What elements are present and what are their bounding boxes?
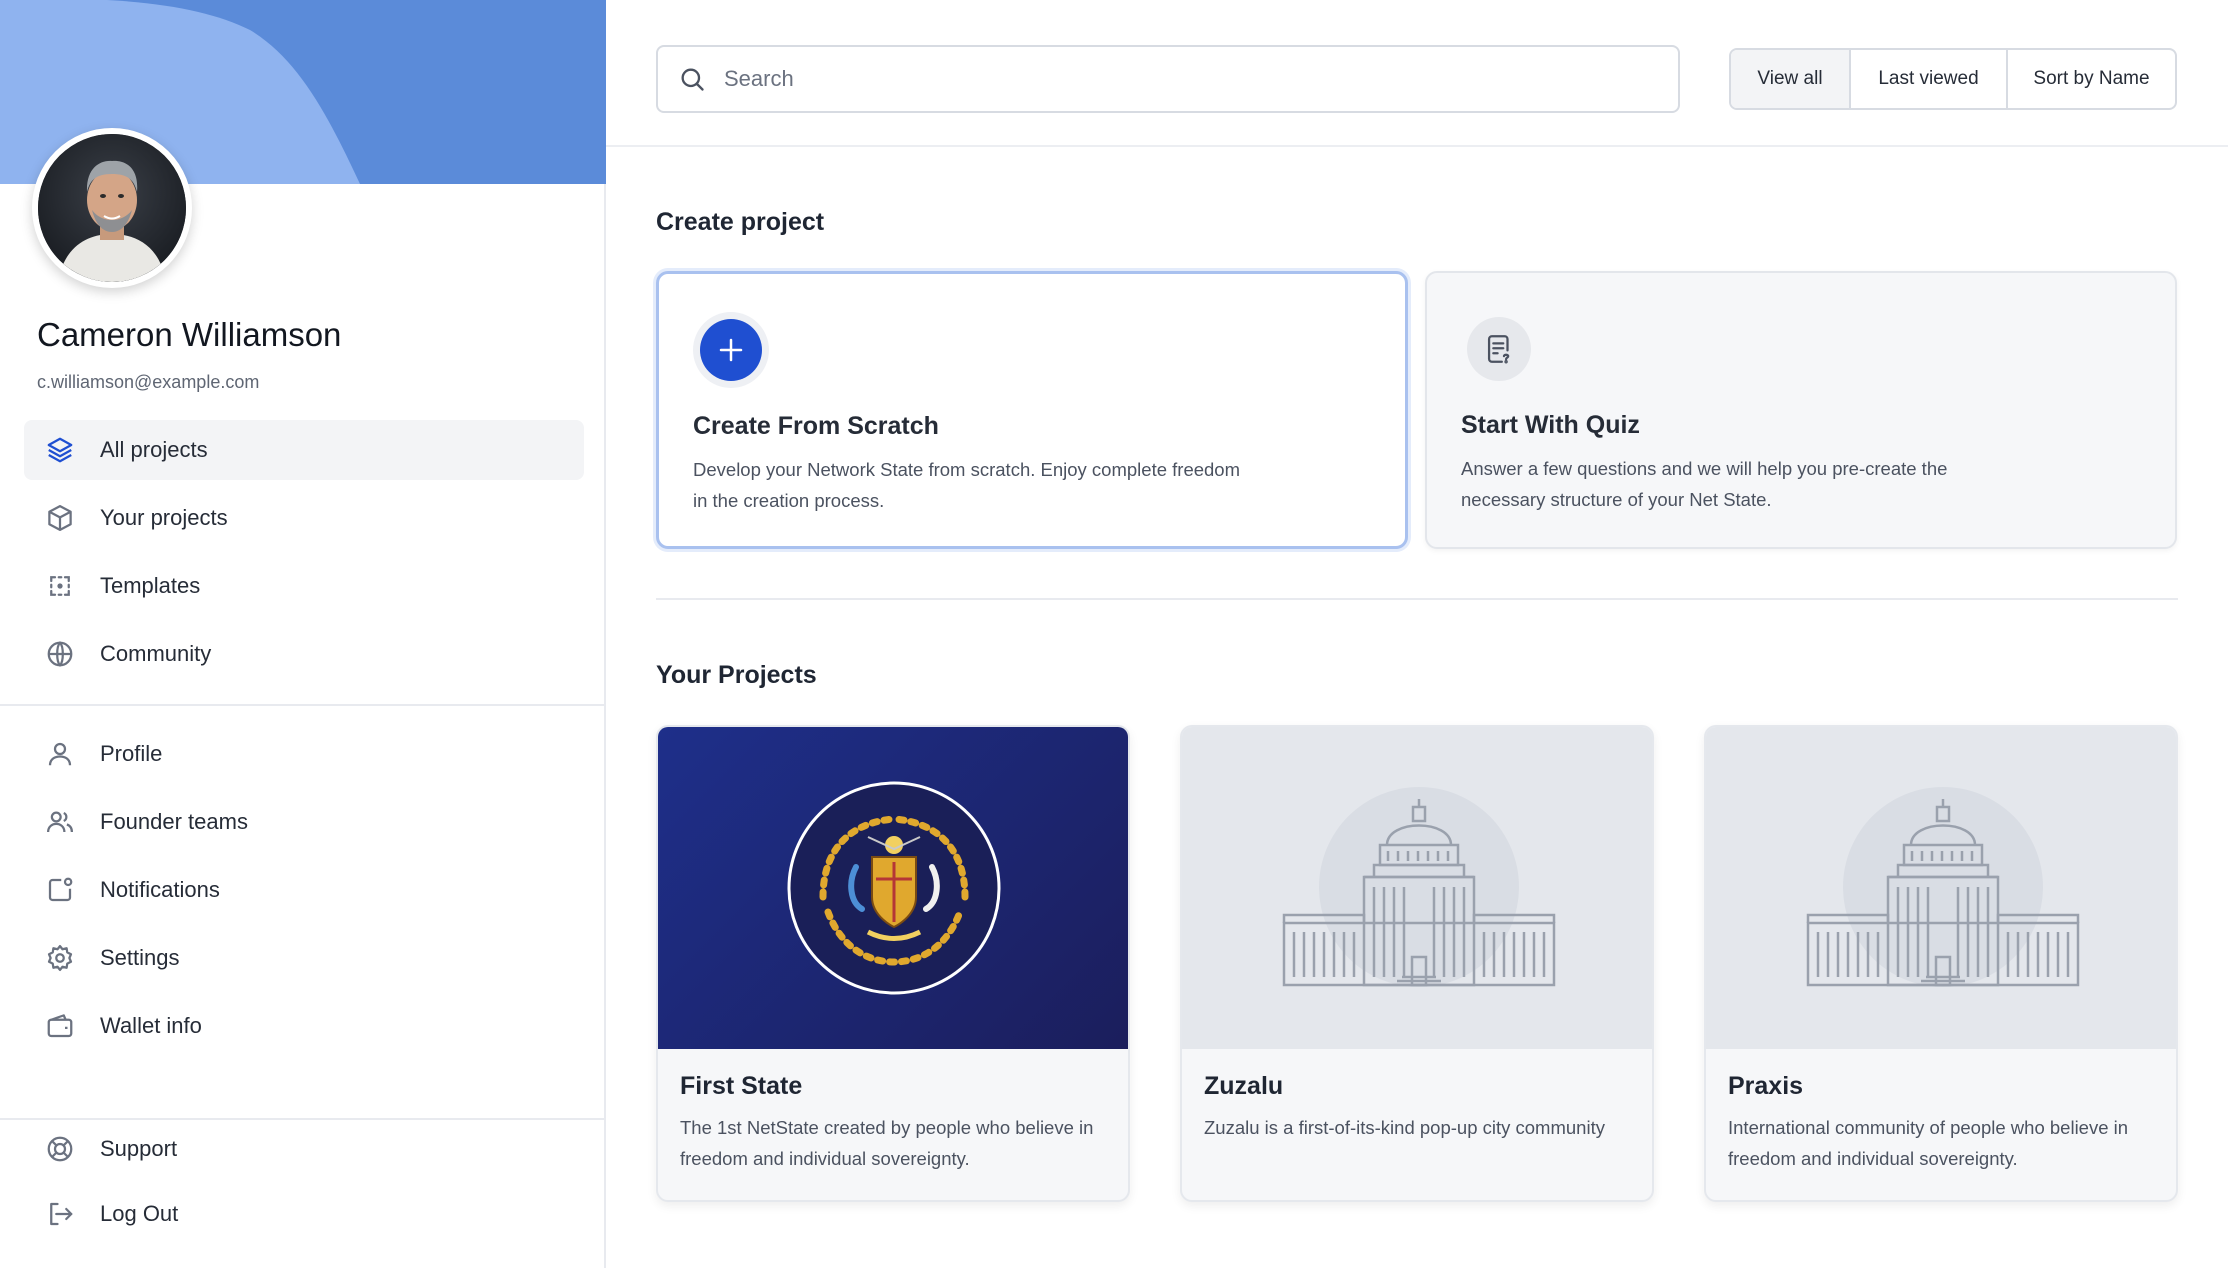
project-description: International community of people who be… [1728,1117,2129,1169]
project-description: The 1st NetState created by people who b… [680,1117,1094,1169]
gear-icon [44,942,76,974]
sidebar: Cameron Williamson c.williamson@example.… [0,0,606,1268]
project-image [658,727,1128,1049]
plus-icon [719,338,743,362]
search-box[interactable] [656,45,1680,113]
card-description: Develop your Network State from scratch.… [693,459,1241,511]
notification-icon [44,874,76,906]
wallet-icon [44,1010,76,1042]
layers-icon [44,434,76,466]
card-title: Create From Scratch [693,412,939,440]
start-with-quiz-card[interactable]: Start With Quiz Answer a few questions a… [1425,271,2177,549]
project-image [1706,727,2176,1049]
sidebar-item-label: Your projects [100,505,228,530]
secondary-nav: Profile Founder teams Notifications Sett… [24,724,584,1064]
sidebar-item-label: Community [100,641,212,666]
project-description: Zuzalu is a first-of-its-kind pop-up cit… [1204,1117,1605,1138]
user-email: c.williamson@example.com [37,372,260,392]
sidebar-item-support[interactable]: Support [24,1119,584,1179]
sidebar-item-all-projects[interactable]: All projects [24,420,584,480]
templates-icon [44,570,76,602]
card-title: Start With Quiz [1461,411,1640,439]
quiz-icon-wrap [1467,317,1531,381]
sidebar-item-label: Profile [100,741,163,766]
users-icon [44,806,76,838]
project-card-first-state[interactable]: First State The 1st NetState created by … [656,725,1130,1202]
card-description: Answer a few questions and we will help … [1461,458,1948,510]
sidebar-item-wallet-info[interactable]: Wallet info [24,996,584,1056]
main-content: View all Last viewed Sort by Name Create… [606,0,2228,1268]
primary-nav: All projects Your projects Templates Com… [24,420,584,692]
sidebar-item-templates[interactable]: Templates [24,556,584,616]
project-card-zuzalu[interactable]: Zuzalu Zuzalu is a first-of-its-kind pop… [1180,725,1654,1202]
sidebar-item-label: Support [100,1136,178,1161]
cube-icon [44,502,76,534]
sidebar-item-notifications[interactable]: Notifications [24,860,584,920]
sidebar-item-settings[interactable]: Settings [24,928,584,988]
sidebar-item-label: All projects [100,437,208,462]
view-all-button[interactable]: View all [1731,50,1849,108]
lifebuoy-icon [44,1133,76,1165]
last-viewed-button[interactable]: Last viewed [1849,50,2006,108]
search-input[interactable] [724,66,1624,92]
coat-of-arms-image [787,781,1001,995]
capitol-building-image [1806,787,2080,987]
globe-icon [44,638,76,670]
quiz-icon [1487,335,1510,364]
project-name: Praxis [1728,1072,1804,1100]
header-divider [606,145,2228,147]
capitol-building-image [1282,787,1556,987]
sidebar-item-logout[interactable]: Log Out [24,1184,584,1244]
user-icon [44,738,76,770]
user-name: Cameron Williamson [37,316,342,353]
sidebar-divider [0,704,606,706]
sidebar-item-label: Founder teams [100,809,248,834]
sidebar-item-community[interactable]: Community [24,624,584,684]
section-divider [656,598,2178,600]
footer-nav: Support Log Out [24,1119,584,1252]
sidebar-item-your-projects[interactable]: Your projects [24,488,584,548]
project-name: First State [680,1072,803,1100]
create-project-title: Create project [656,208,825,236]
sidebar-item-label: Settings [100,945,180,970]
project-image [1182,727,1652,1049]
view-filter-group: View all Last viewed Sort by Name [1729,48,2177,110]
plus-icon-wrap [693,312,769,388]
sidebar-item-label: Wallet info [100,1013,202,1038]
avatar[interactable] [32,128,192,288]
sidebar-item-profile[interactable]: Profile [24,724,584,784]
sidebar-item-founder-teams[interactable]: Founder teams [24,792,584,852]
logout-icon [44,1198,76,1230]
create-from-scratch-card[interactable]: Create From Scratch Develop your Network… [656,271,1408,549]
sidebar-item-label: Notifications [100,877,220,902]
project-card-praxis[interactable]: Praxis International community of people… [1704,725,2178,1202]
search-icon [681,68,704,91]
your-projects-title: Your Projects [656,661,817,689]
sidebar-item-label: Log Out [100,1201,179,1226]
sort-by-name-button[interactable]: Sort by Name [2006,50,2175,108]
project-name: Zuzalu [1204,1072,1284,1100]
sidebar-item-label: Templates [100,573,201,598]
